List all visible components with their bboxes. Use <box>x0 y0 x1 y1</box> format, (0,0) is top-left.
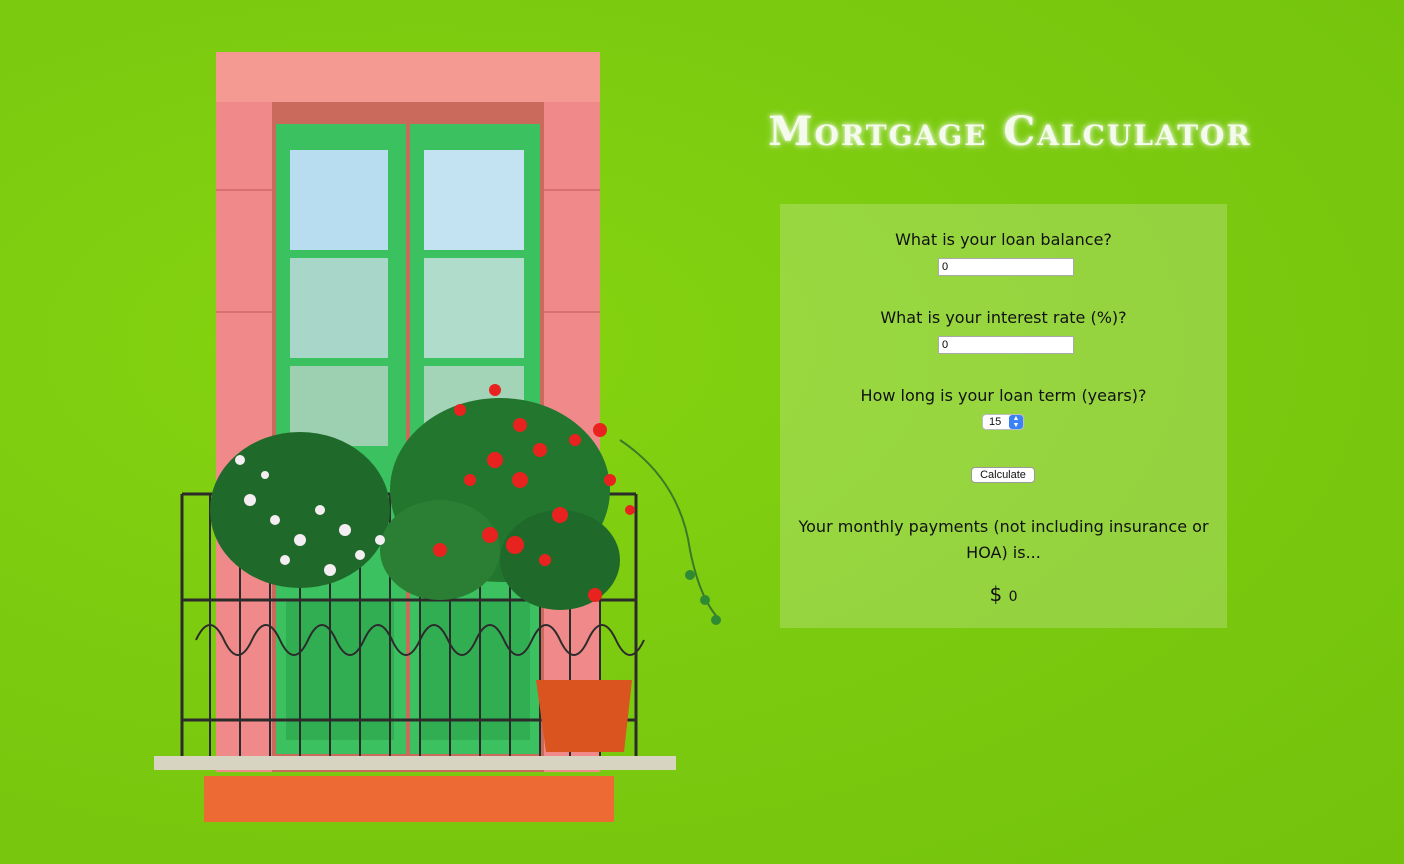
result-label: Your monthly payments (not including ins… <box>798 517 1209 562</box>
calculate-button[interactable]: Calculate <box>971 467 1035 483</box>
loan-balance-input[interactable] <box>938 258 1074 276</box>
loan-term-select[interactable]: 15 ▲ ▼ <box>982 414 1024 430</box>
loan-balance-label: What is your loan balance? <box>895 230 1112 249</box>
loan-term-selected-value: 15 <box>989 416 1002 428</box>
select-arrows-icon: ▲ ▼ <box>1009 415 1023 429</box>
flower-pot <box>536 680 632 752</box>
currency-symbol: $ <box>989 582 1003 606</box>
loan-term-label: How long is your loan term (years)? <box>860 386 1147 405</box>
calculator-panel: What is your loan balance? What is your … <box>780 204 1227 628</box>
monthly-payment-amount: 0 <box>1008 589 1018 605</box>
monthly-payment-result: $ 0 <box>780 582 1227 606</box>
interest-rate-input[interactable] <box>938 336 1074 354</box>
interest-rate-label: What is your interest rate (%)? <box>880 308 1127 327</box>
page-title: Mortgage Calculator <box>768 108 1252 155</box>
balcony-ledge <box>154 756 676 770</box>
